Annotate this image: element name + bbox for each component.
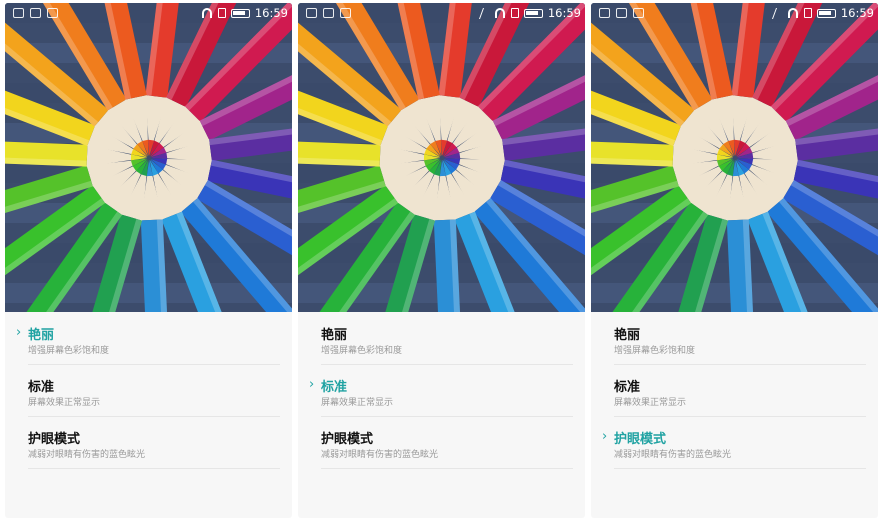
battery-icon	[230, 8, 250, 18]
mode-subtitle: 增强屏幕色彩饱和度	[321, 346, 403, 356]
image-notification-icon	[599, 8, 610, 18]
display-mode-option[interactable]: 护眼模式减弱对眼睛有伤害的蓝色眩光	[28, 416, 280, 469]
chevron-right-icon: ›	[309, 377, 315, 392]
colored-pencils-photo	[591, 3, 878, 312]
display-mode-option[interactable]: › 标准屏幕效果正常显示	[309, 364, 573, 417]
sim-icon	[217, 8, 226, 18]
bluetooth-icon	[771, 7, 784, 19]
mode-title: 护眼模式	[28, 432, 81, 447]
image-notification-icon	[306, 8, 317, 18]
image-notification-icon	[13, 8, 24, 18]
preview-image	[591, 3, 878, 312]
mode-subtitle: 减弱对眼睛有伤害的蓝色眩光	[321, 450, 439, 460]
wifi-icon	[201, 8, 213, 18]
mail-notification-icon	[616, 8, 627, 18]
mode-title: 标准	[28, 380, 55, 395]
preview-image	[298, 3, 585, 312]
gamepad-notification-icon	[633, 8, 644, 18]
display-mode-screen: 16:59 艳丽增强屏幕色彩饱和度 › 标准屏幕效果正常显示护眼模式减弱对眼睛有伤害…	[298, 3, 585, 518]
mode-title: 护眼模式	[614, 432, 667, 447]
wifi-icon	[494, 8, 506, 18]
mode-subtitle: 减弱对眼睛有伤害的蓝色眩光	[614, 450, 732, 460]
chevron-right-icon: ›	[16, 325, 22, 340]
display-mode-option[interactable]: 艳丽增强屏幕色彩饱和度	[321, 312, 573, 365]
status-bar: 16:59	[298, 3, 585, 27]
mode-subtitle: 增强屏幕色彩饱和度	[28, 346, 110, 356]
mode-title: 艳丽	[321, 328, 348, 343]
display-mode-option[interactable]: › 护眼模式减弱对眼睛有伤害的蓝色眩光	[602, 416, 866, 469]
sim-icon	[803, 8, 812, 18]
status-time: 16:59	[254, 6, 288, 20]
status-bar: 16:59	[591, 3, 878, 27]
display-mode-option[interactable]: 护眼模式减弱对眼睛有伤害的蓝色眩光	[321, 416, 573, 469]
display-mode-option[interactable]: 标准屏幕效果正常显示	[614, 364, 866, 417]
mail-notification-icon	[30, 8, 41, 18]
sim-icon	[510, 8, 519, 18]
mode-subtitle: 屏幕效果正常显示	[614, 398, 687, 408]
preview-image	[5, 3, 292, 312]
display-mode-option[interactable]: › 艳丽增强屏幕色彩饱和度	[16, 312, 280, 365]
status-time: 16:59	[840, 6, 874, 20]
colored-pencils-photo	[298, 3, 585, 312]
status-bar: 16:59	[5, 3, 292, 27]
display-mode-option[interactable]: 标准屏幕效果正常显示	[28, 364, 280, 417]
colored-pencils-photo	[5, 3, 292, 312]
mode-title: 标准	[614, 380, 641, 395]
mode-subtitle: 增强屏幕色彩饱和度	[614, 346, 696, 356]
mode-subtitle: 屏幕效果正常显示	[28, 398, 101, 408]
gamepad-notification-icon	[340, 8, 351, 18]
chevron-right-icon: ›	[602, 429, 608, 444]
mode-title: 艳丽	[614, 328, 641, 343]
battery-icon	[816, 8, 836, 18]
wifi-icon	[787, 8, 799, 18]
battery-icon	[523, 8, 543, 18]
bluetooth-icon	[478, 7, 491, 19]
mode-title: 标准	[321, 380, 348, 395]
display-mode-option[interactable]: 艳丽增强屏幕色彩饱和度	[614, 312, 866, 365]
status-time: 16:59	[547, 6, 581, 20]
mode-title: 护眼模式	[321, 432, 374, 447]
gamepad-notification-icon	[47, 8, 58, 18]
display-mode-screen: 16:59 艳丽增强屏幕色彩饱和度标准屏幕效果正常显示 › 护眼模式减弱对眼睛有伤害…	[591, 3, 878, 518]
display-mode-screen: 16:59 › 艳丽增强屏幕色彩饱和度标准屏幕效果正常显示护眼模式减弱对眼睛有伤害…	[5, 3, 292, 518]
mail-notification-icon	[323, 8, 334, 18]
mode-subtitle: 减弱对眼睛有伤害的蓝色眩光	[28, 450, 146, 460]
mode-subtitle: 屏幕效果正常显示	[321, 398, 394, 408]
mode-title: 艳丽	[28, 328, 55, 343]
